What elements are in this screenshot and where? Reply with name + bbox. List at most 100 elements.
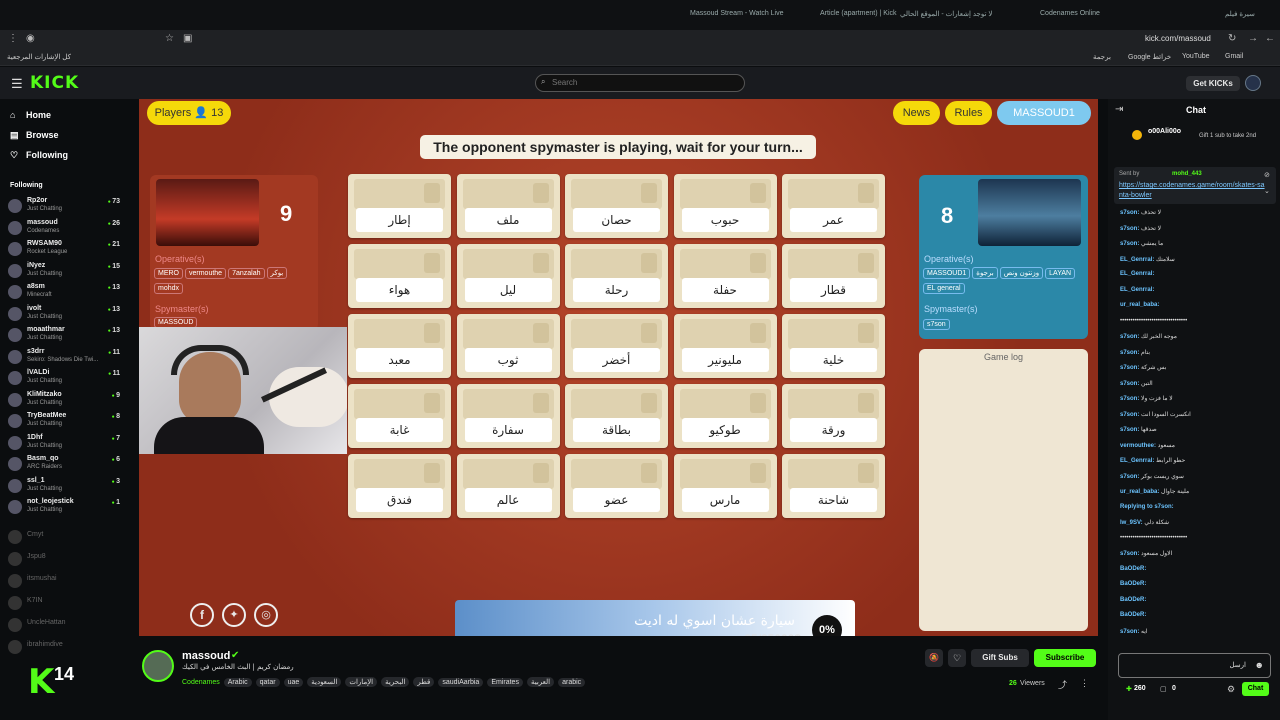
- profile-icon[interactable]: ◉: [26, 33, 35, 44]
- sidebar-channel[interactable]: iNyezJust Chatting 15: [8, 262, 122, 284]
- chat-username[interactable]: EL_Genrral:: [1120, 287, 1154, 293]
- sidebar-channel-offline[interactable]: UncleHattan: [8, 616, 122, 638]
- search-input[interactable]: [552, 78, 732, 87]
- chat-username[interactable]: s7son:: [1120, 396, 1139, 402]
- chat-username[interactable]: lw_9SV:: [1120, 520, 1143, 526]
- sidebar-channel[interactable]: KliMitzakoJust Chatting 9: [8, 391, 122, 413]
- tab[interactable]: لا توجد إشعارات - الموقع الحالي: [900, 10, 992, 18]
- stream-tag[interactable]: arabic: [558, 678, 586, 687]
- sidebar-channel-offline[interactable]: itsmushai: [8, 572, 122, 594]
- chat-username[interactable]: s7son:: [1120, 365, 1139, 371]
- word-card[interactable]: رحلة: [565, 244, 668, 308]
- forward-icon[interactable]: ←: [1265, 33, 1275, 44]
- sidebar-channel-offline[interactable]: K7IN: [8, 594, 122, 616]
- share-icon[interactable]: ⤴: [1058, 678, 1067, 691]
- chat-username[interactable]: BaODeR:: [1120, 566, 1146, 572]
- mute-notifications-icon[interactable]: 🔕: [925, 649, 943, 667]
- tab[interactable]: Massoud Stream - Watch Live: [690, 10, 784, 17]
- chat-username[interactable]: s7son:: [1120, 241, 1139, 247]
- sidebar-channel[interactable]: RWSAM90 Rocket League 21: [8, 240, 122, 262]
- more-options-icon[interactable]: ⋮: [1080, 678, 1089, 689]
- get-kicks-button[interactable]: Get KICKs: [1186, 76, 1240, 91]
- stream-tag[interactable]: saudiAarbia: [438, 678, 484, 687]
- sidebar-channel[interactable]: a8sm Minecraft 13: [8, 283, 122, 305]
- word-card[interactable]: بطاقة: [565, 384, 668, 448]
- chat-username[interactable]: BaODeR:: [1120, 597, 1146, 603]
- bookmark-maps[interactable]: Google خرائط: [1128, 53, 1171, 61]
- stream-tag[interactable]: العربية: [526, 677, 555, 687]
- chat-username[interactable]: s7son:: [1120, 551, 1139, 557]
- word-card[interactable]: خلية: [782, 314, 885, 378]
- kick-logo[interactable]: KICK: [30, 73, 79, 93]
- chat-username[interactable]: s7son:: [1120, 381, 1139, 387]
- pinned-gifter-name[interactable]: o00Ali00o: [1148, 128, 1181, 135]
- stream-tag[interactable]: البحرية: [381, 677, 410, 687]
- chat-username[interactable]: s7son:: [1120, 226, 1139, 232]
- expand-icon[interactable]: ⌄: [1264, 187, 1270, 195]
- stream-category[interactable]: Codenames: [182, 679, 220, 686]
- chat-username[interactable]: BaODeR:: [1120, 581, 1146, 587]
- stream-tag[interactable]: Arabic: [223, 678, 252, 687]
- sidebar-channel-offline[interactable]: ibrahimdive: [8, 638, 122, 660]
- hamburger-menu-icon[interactable]: ☰: [11, 76, 23, 92]
- menu-dots-icon[interactable]: ⋮: [8, 33, 18, 44]
- back-icon[interactable]: →: [1248, 33, 1258, 44]
- chat-username[interactable]: s7son:: [1120, 474, 1139, 480]
- chat-send-button[interactable]: Chat: [1242, 682, 1269, 696]
- word-card[interactable]: معبد: [348, 314, 451, 378]
- subscribe-button[interactable]: Subscribe: [1034, 649, 1096, 667]
- twitter-icon[interactable]: ✦: [222, 603, 246, 627]
- sidebar-channel[interactable]: s3drrSekiro: Shadows Die Twi... 11: [8, 348, 122, 370]
- word-card[interactable]: فندق: [348, 454, 451, 518]
- chat-username[interactable]: s7son:: [1120, 350, 1139, 356]
- sidebar-channel[interactable]: ivoltJust Chatting 13: [8, 305, 122, 327]
- bookmark-gmail[interactable]: Gmail: [1225, 53, 1243, 60]
- tab[interactable]: Article (apartment) | Kick: [820, 10, 897, 17]
- unpin-icon[interactable]: ⊘: [1264, 171, 1270, 179]
- word-card[interactable]: سفارة: [456, 384, 560, 448]
- chat-username[interactable]: s7son:: [1120, 334, 1139, 340]
- stream-tag[interactable]: uae: [283, 678, 304, 687]
- chat-username[interactable]: BaODeR:: [1120, 612, 1146, 618]
- word-card[interactable]: هواء: [348, 244, 451, 308]
- word-card[interactable]: إطار: [348, 174, 451, 238]
- bookmark[interactable]: برجمة: [1093, 53, 1111, 61]
- chat-username[interactable]: s7son:: [1120, 412, 1139, 418]
- sidebar-channel[interactable]: moaathmar Just Chatting 13: [8, 326, 122, 348]
- sidebar-item-following[interactable]: Following: [26, 150, 68, 160]
- tab[interactable]: سيرة فيلم: [1225, 10, 1255, 18]
- bookmark-all[interactable]: كل الإشارات المرجعية: [7, 53, 71, 61]
- collapse-chat-icon[interactable]: ⇥: [1115, 104, 1123, 115]
- streamer-avatar[interactable]: [142, 650, 174, 682]
- sidebar-channel[interactable]: TryBeatMee Just Chatting 8: [8, 412, 122, 434]
- streamer-name[interactable]: massoud: [182, 650, 230, 662]
- chat-username[interactable]: s7son:: [1120, 210, 1139, 216]
- chat-username[interactable]: s7son:: [1120, 629, 1139, 635]
- word-card[interactable]: عمر: [782, 174, 885, 238]
- emoji-icon[interactable]: ☻: [1255, 660, 1264, 670]
- word-card[interactable]: ثوب: [456, 314, 560, 378]
- sidebar-item-home[interactable]: Home: [26, 110, 51, 120]
- sidebar-channel[interactable]: Rp2or Just Chatting 73: [8, 197, 122, 219]
- chat-username[interactable]: s7son:: [1120, 427, 1139, 433]
- star-icon[interactable]: ☆: [165, 33, 174, 44]
- sidebar-toggle-icon[interactable]: ▣: [183, 33, 192, 44]
- sidebar-channel[interactable]: 1DhfJust Chatting 7: [8, 434, 122, 456]
- chat-username[interactable]: EL_Genrral:: [1120, 458, 1154, 464]
- stream-tag[interactable]: qatar: [255, 678, 280, 687]
- stream-tag[interactable]: الإمارات: [345, 677, 378, 687]
- stream-tag[interactable]: قطر: [413, 677, 435, 687]
- chat-username[interactable]: EL_Genrral:: [1120, 257, 1154, 263]
- word-card[interactable]: ليل: [456, 244, 560, 308]
- instagram-icon[interactable]: ◎: [254, 603, 278, 627]
- sent-by-user[interactable]: mohd_443: [1172, 171, 1202, 177]
- word-card[interactable]: غابة: [348, 384, 451, 448]
- sidebar-channel[interactable]: Basm_qo ARC Raiders 6: [8, 455, 122, 477]
- word-card[interactable]: ورقة: [782, 384, 885, 448]
- user-avatar[interactable]: [1245, 75, 1261, 91]
- sidebar-channel[interactable]: lVALDi Just Chatting 11: [8, 369, 122, 391]
- chat-username[interactable]: ur_real_baba:: [1120, 489, 1159, 495]
- word-card[interactable]: مارس: [673, 454, 777, 518]
- chat-username[interactable]: ur_real_baba:: [1120, 302, 1159, 308]
- word-card[interactable]: ملف: [456, 174, 560, 238]
